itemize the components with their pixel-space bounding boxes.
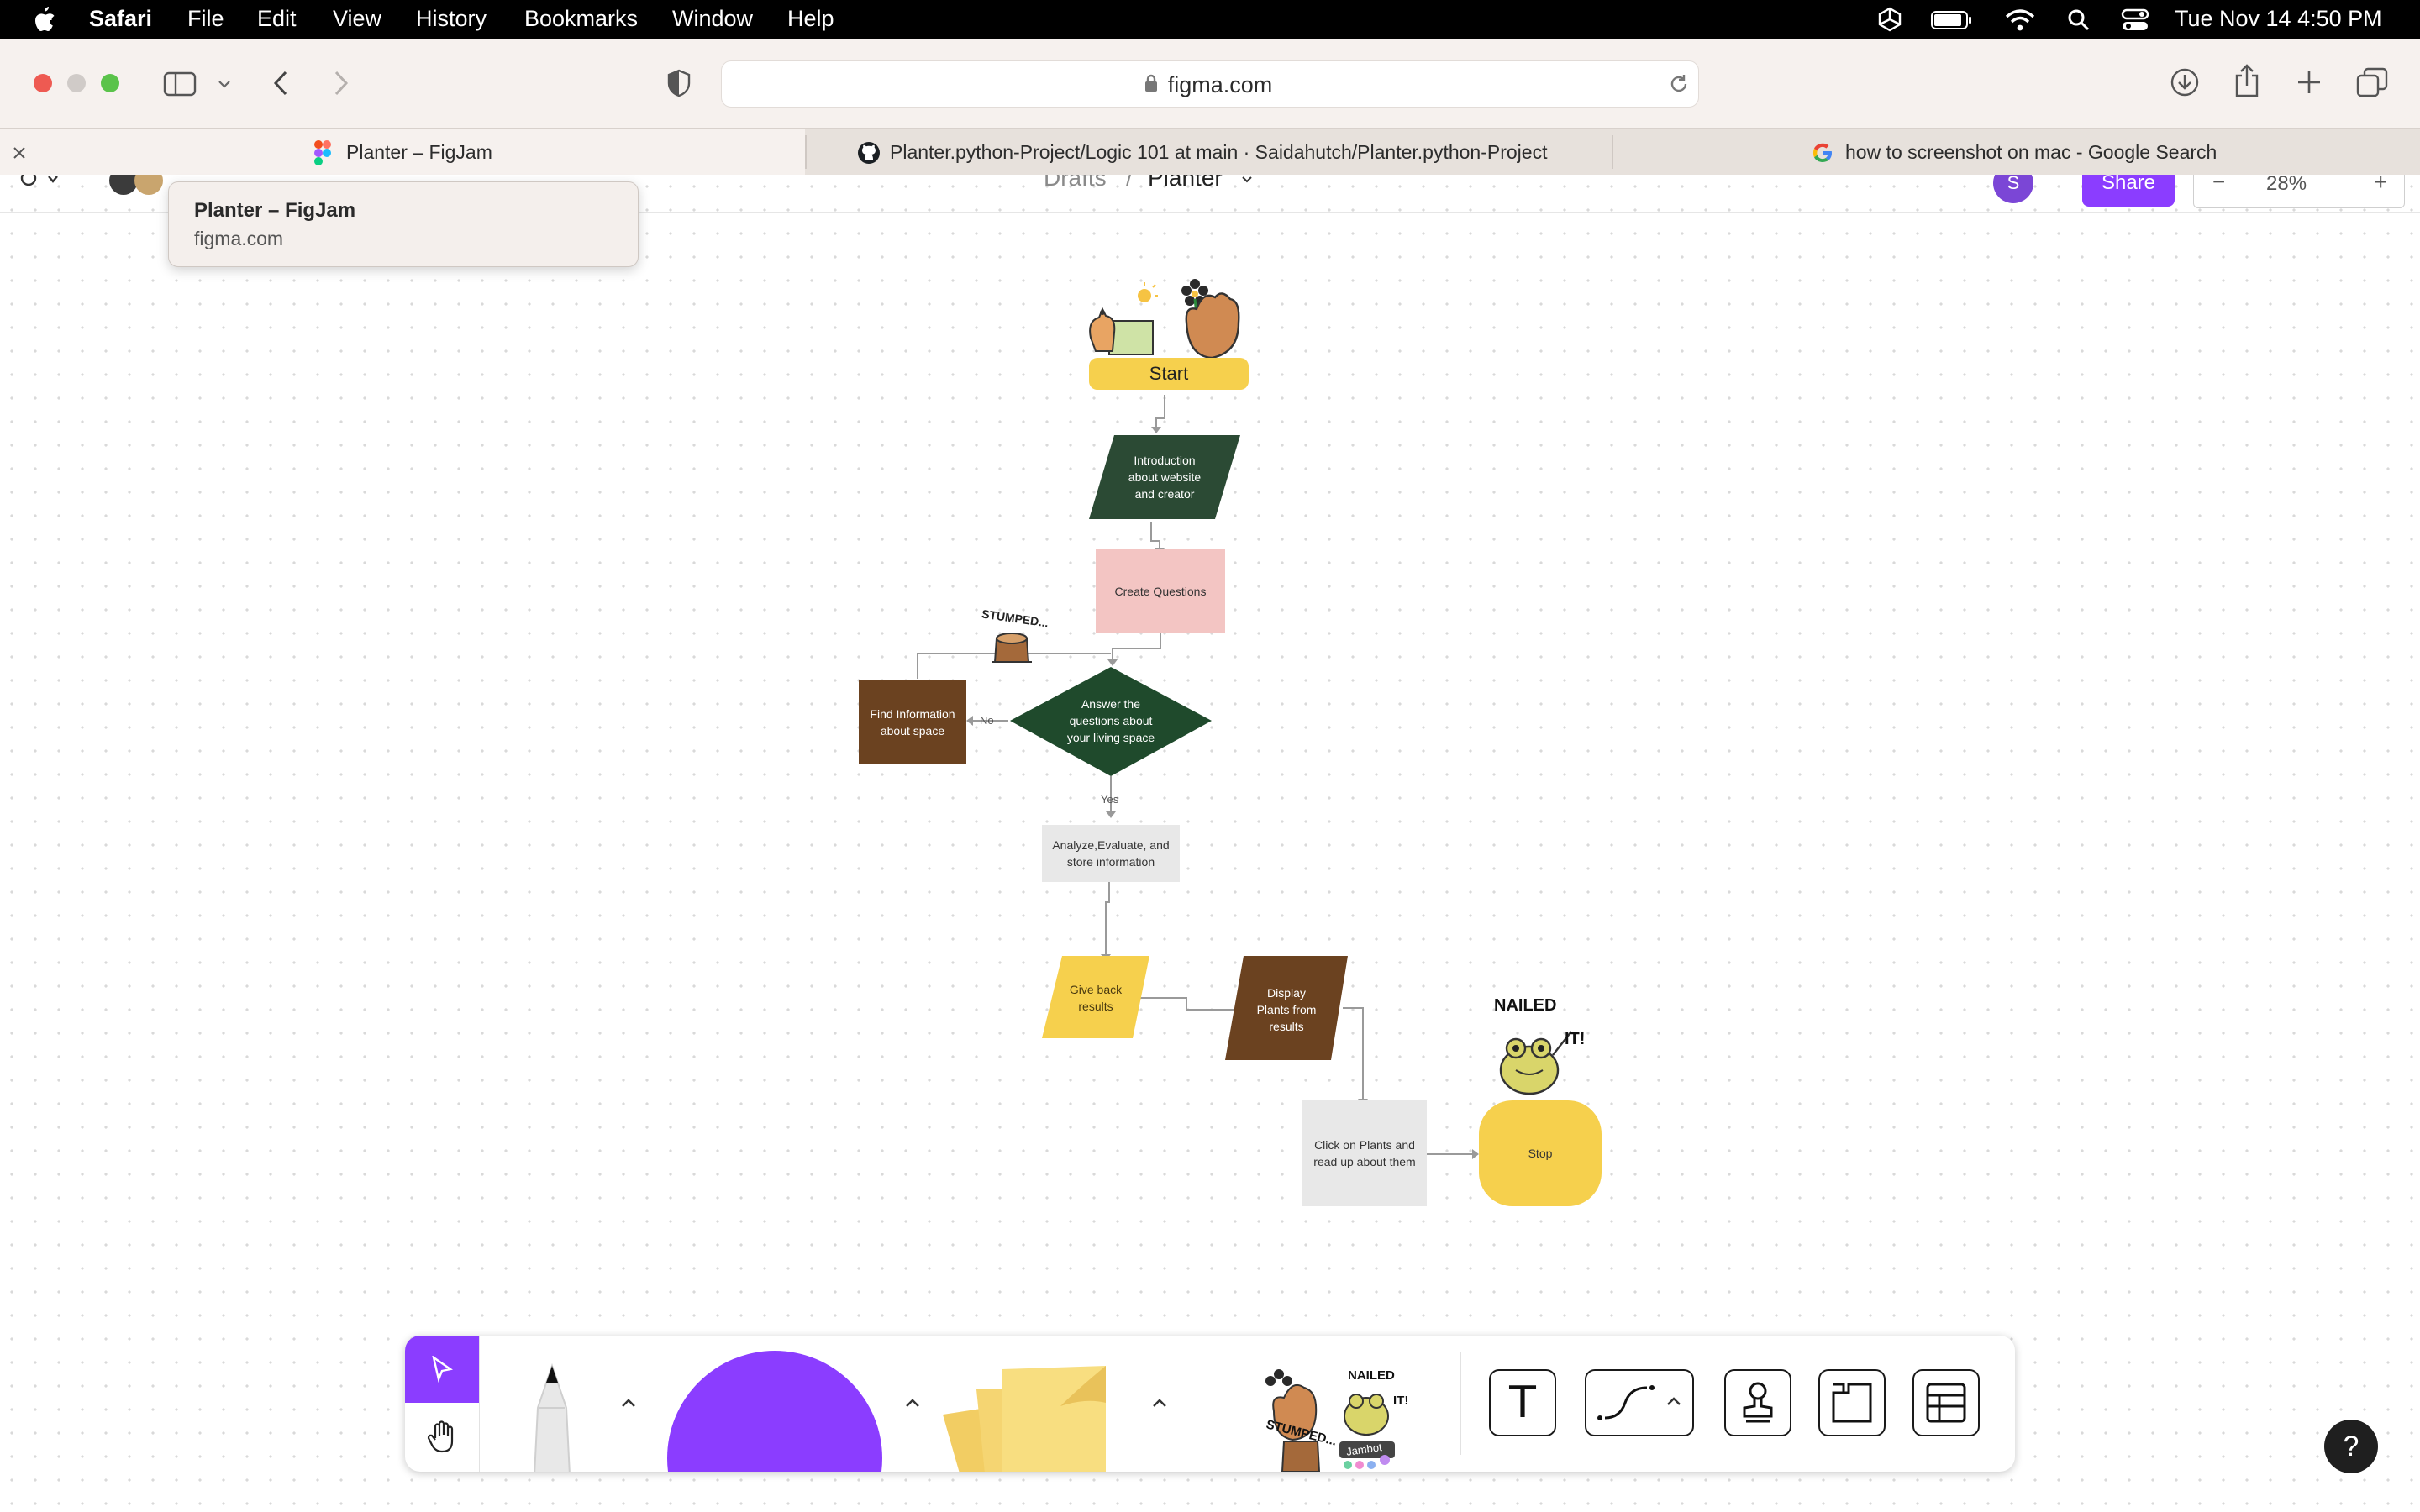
display-plants-node[interactable]: Display Plants from results	[1235, 968, 1338, 1052]
menu-history[interactable]: History	[416, 6, 487, 32]
battery-icon[interactable]	[1931, 10, 1973, 30]
tooltip-title: Planter – FigJam	[194, 199, 356, 222]
tab-github[interactable]: Planter.python-Project/Logic 101 at main…	[807, 129, 1612, 176]
google-icon	[1813, 143, 1832, 162]
yes-label: Yes	[1101, 793, 1119, 806]
text-tool-icon: T	[1509, 1378, 1536, 1428]
click-plants-node[interactable]: Click on Plants and read up about them	[1302, 1100, 1427, 1206]
start-node[interactable]: Start	[1089, 358, 1249, 390]
stickers-tool-icon[interactable]: STUMPED... NAILED IT!	[1259, 1361, 1427, 1472]
svg-text:NAILED: NAILED	[1348, 1368, 1395, 1383]
table-icon	[1926, 1383, 1966, 1423]
tab-hover-tooltip: Planter – FigJam figma.com	[168, 181, 639, 267]
tooltip-subtitle: figma.com	[194, 228, 284, 249]
help-button[interactable]: ?	[2324, 1420, 2378, 1473]
shape-tool-icon[interactable]	[666, 1349, 892, 1472]
intro-node[interactable]: Introduction about website and creator	[1097, 437, 1232, 517]
stamp-tool-button[interactable]	[1724, 1369, 1791, 1436]
section-tool-button[interactable]	[1818, 1369, 1886, 1436]
hand-icon	[427, 1420, 454, 1453]
privacy-shield-icon[interactable]	[667, 69, 691, 97]
table-tool-button[interactable]	[1912, 1369, 1980, 1436]
share-icon[interactable]	[2233, 64, 2260, 97]
section-icon	[1832, 1383, 1872, 1423]
reload-icon[interactable]	[1668, 73, 1690, 95]
control-center-icon[interactable]	[2121, 8, 2149, 32]
chevron-up-icon[interactable]	[904, 1396, 921, 1410]
find-information-node[interactable]: Find Information about space	[859, 680, 966, 764]
menu-clock[interactable]: Tue Nov 14 4:50 PM	[2175, 6, 2382, 32]
wifi-icon[interactable]	[2005, 8, 2035, 32]
github-icon	[858, 142, 880, 164]
chevron-up-icon[interactable]	[1151, 1396, 1168, 1410]
forward-icon[interactable]	[331, 69, 351, 97]
address-bar[interactable]: figma.com	[721, 60, 1699, 108]
decision-node[interactable]: Answer the questions about your living spa…	[1044, 689, 1178, 753]
browser-toolbar: figma.com	[0, 39, 2420, 128]
tab-label: how to screenshot on mac - Google Search	[1845, 141, 2217, 163]
sticky-note-tool-icon[interactable]	[926, 1356, 1178, 1472]
menu-view[interactable]: View	[333, 6, 381, 32]
nailed-sticker-text-2: IT!	[1565, 1030, 1586, 1048]
zoom-window-button[interactable]	[101, 74, 119, 92]
menu-edit[interactable]: Edit	[257, 6, 297, 32]
select-tool-button[interactable]	[405, 1336, 479, 1403]
stamp-icon	[1743, 1382, 1773, 1423]
chevron-down-icon[interactable]	[217, 77, 232, 91]
nailed-it-frog-sticker[interactable]	[1491, 1015, 1583, 1099]
cursor-icon	[432, 1356, 453, 1383]
menu-file[interactable]: File	[187, 6, 224, 32]
spotlight-icon[interactable]	[2067, 8, 2091, 32]
connector-tool-button[interactable]	[1585, 1369, 1694, 1436]
menu-app-name[interactable]: Safari	[89, 6, 152, 32]
menu-window[interactable]: Window	[672, 6, 753, 32]
figjam-toolbar: STUMPED... NAILED IT! Jambot T	[405, 1336, 2015, 1472]
create-questions-node[interactable]: Create Questions	[1096, 549, 1225, 633]
no-label: No	[980, 714, 994, 727]
menu-bookmarks[interactable]: Bookmarks	[524, 6, 638, 32]
marker-tool-icon[interactable]	[514, 1357, 590, 1472]
tab-planter-figjam[interactable]: Planter – FigJam	[0, 129, 805, 176]
menu-bar: Safari File Edit View History Bookmarks …	[0, 0, 2420, 39]
analyze-node[interactable]: Analyze,Evaluate, and store information	[1042, 825, 1180, 882]
give-back-results-node[interactable]: Give back results	[1050, 964, 1141, 1032]
nailed-sticker-text-1: NAILED	[1494, 996, 1557, 1015]
url-text: figma.com	[1167, 72, 1273, 97]
text-tool-button[interactable]: T	[1489, 1369, 1556, 1436]
back-icon[interactable]	[271, 69, 291, 97]
downloads-icon[interactable]	[2170, 67, 2200, 97]
tab-strip: Planter – FigJam Planter.python-Project/…	[0, 128, 2420, 176]
close-tab-icon[interactable]	[12, 145, 27, 160]
tab-label: Planter – FigJam	[346, 141, 492, 163]
minimize-window-button[interactable]	[67, 74, 86, 92]
figjam-canvas[interactable]: Drafts / Planter S Share − 28% + Start I…	[0, 175, 2420, 1512]
stop-node[interactable]: Stop	[1479, 1100, 1602, 1206]
chevron-up-icon[interactable]	[620, 1396, 637, 1410]
chevron-up-icon[interactable]	[1665, 1394, 1682, 1408]
unity-icon[interactable]	[1877, 7, 1902, 32]
close-window-button[interactable]	[34, 74, 52, 92]
apple-icon[interactable]	[34, 7, 55, 32]
tab-overview-icon[interactable]	[2356, 67, 2388, 97]
svg-text:IT!: IT!	[1393, 1394, 1408, 1408]
sidebar-icon[interactable]	[163, 71, 197, 97]
new-tab-icon[interactable]	[2296, 69, 2323, 96]
cat-plant-sticker[interactable]	[1079, 279, 1160, 360]
menu-help[interactable]: Help	[787, 6, 834, 32]
hand-flower-sticker[interactable]	[1170, 272, 1245, 365]
tab-label: Planter.python-Project/Logic 101 at main…	[890, 141, 1548, 163]
tab-google[interactable]: how to screenshot on mac - Google Search	[1613, 129, 2420, 176]
hand-tool-button[interactable]	[405, 1403, 479, 1472]
toolbar-divider	[1460, 1352, 1461, 1455]
connector-icon	[1597, 1385, 1655, 1420]
toolbar-divider	[479, 1336, 480, 1472]
figma-icon	[314, 140, 331, 165]
